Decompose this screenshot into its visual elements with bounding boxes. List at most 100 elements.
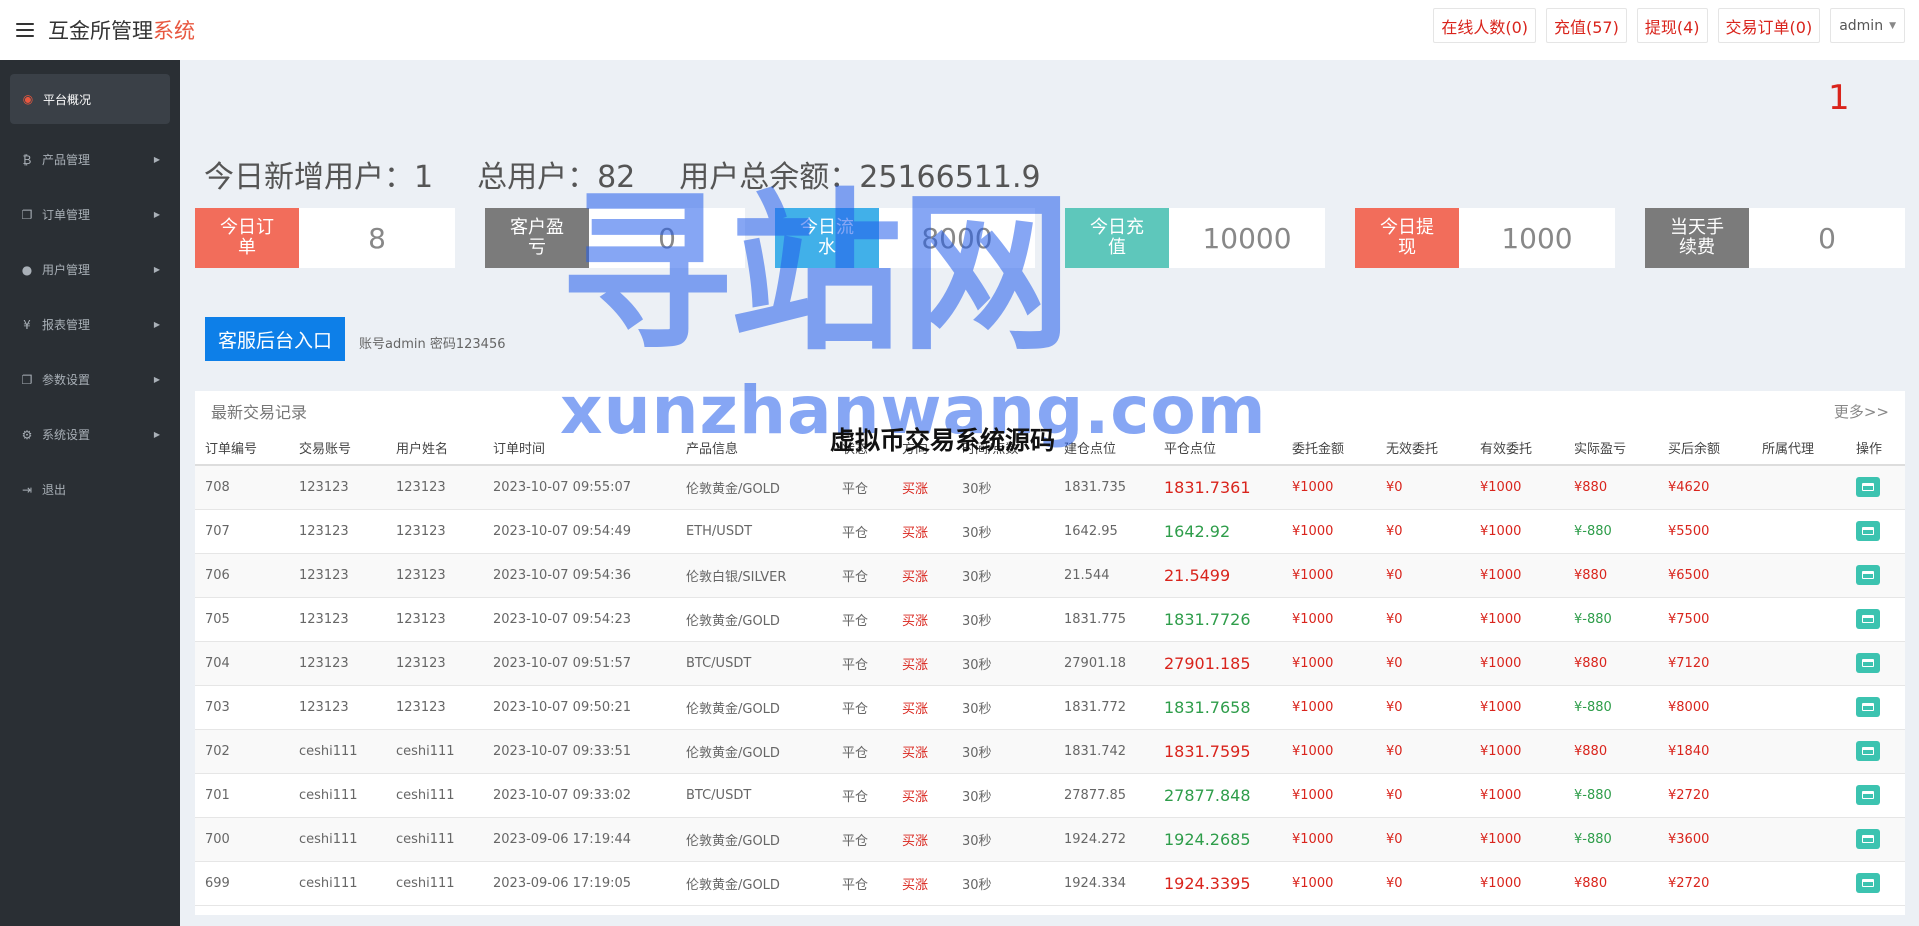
table-cell: 伦敦黄金/GOLD <box>676 817 832 862</box>
table-cell: 2023-10-07 09:54:49 <box>483 509 676 554</box>
view-detail-icon[interactable] <box>1856 565 1880 585</box>
table-cell: 30秒 <box>952 729 1054 774</box>
caret-right-icon: ▶ <box>153 430 160 439</box>
table-cell: ¥880 <box>1564 729 1658 774</box>
table-cell: ¥8000 <box>1658 685 1752 730</box>
table-cell: 买涨 <box>892 553 952 598</box>
user-icon: ● <box>21 262 33 277</box>
brand-title: 互金所管理系统 <box>48 19 195 43</box>
table-cell: 30秒 <box>952 465 1054 510</box>
table-cell: ¥1000 <box>1470 509 1564 554</box>
view-detail-icon[interactable] <box>1856 653 1880 673</box>
table-cell: 2023-09-06 17:19:44 <box>483 817 676 862</box>
table-cell: ¥1000 <box>1282 509 1376 554</box>
sidebar-item-users[interactable]: ● 用户管理 ▶ <box>0 242 180 297</box>
card-value: 8000 <box>921 221 993 255</box>
yen-icon: ¥ <box>23 317 31 332</box>
card-label: 客户盈亏 <box>485 208 589 268</box>
table-cell: ¥-880 <box>1564 817 1658 862</box>
table-cell: 702 <box>195 729 289 774</box>
table-cell: 买涨 <box>892 465 952 510</box>
summary-stats: 今日新增用户：1 总用户：82 用户总余额：25166511.9 <box>204 152 1041 196</box>
table-cell: 704 <box>195 641 289 686</box>
stat-cards: 今日订单 8 客户盈亏 0 今日流水 8000 今日充值 10000 今日提现 … <box>195 208 1905 268</box>
sidebar-item-products[interactable]: ₿ 产品管理 ▶ <box>0 132 180 187</box>
table-cell: 1924.2685 <box>1154 817 1282 862</box>
table-cell: 707 <box>195 509 289 554</box>
table-cell: 买涨 <box>892 685 952 730</box>
column-header: 买后余额 <box>1658 431 1752 466</box>
trade-orders-button[interactable]: 交易订单(0) <box>1717 8 1821 43</box>
view-detail-icon[interactable] <box>1856 477 1880 498</box>
sidebar-item-logout[interactable]: ⇥ 退出 <box>0 462 180 517</box>
withdraw-button[interactable]: 提现(4) <box>1636 8 1708 43</box>
recharge-button[interactable]: 充值(57) <box>1546 8 1627 43</box>
table-cell: ETH/USDT <box>676 509 832 554</box>
table-cell: 买涨 <box>892 641 952 686</box>
sidebar-item-overview[interactable]: ◉ 平台概况 <box>10 74 170 124</box>
table-cell <box>1752 465 1846 510</box>
table-cell: ¥1000 <box>1282 641 1376 686</box>
table-cell: ¥0 <box>1376 729 1470 774</box>
table-cell: 1831.775 <box>1054 597 1154 642</box>
table-cell: ¥2720 <box>1658 861 1752 906</box>
table-cell: 27877.85 <box>1054 773 1154 818</box>
view-detail-icon[interactable] <box>1856 785 1880 805</box>
table-cell: ceshi111 <box>289 773 386 818</box>
admin-menu[interactable]: admin ▼ <box>1830 8 1905 43</box>
more-link[interactable]: 更多>> <box>1834 401 1889 422</box>
panel-title: 最新交易记录 <box>211 403 308 422</box>
table-cell: ¥-880 <box>1564 773 1658 818</box>
table-cell: 27877.848 <box>1154 773 1282 818</box>
table-cell: 30秒 <box>952 553 1054 598</box>
indicator-number: 1 <box>1828 78 1850 118</box>
table-cell: 1924.272 <box>1054 817 1154 862</box>
table-cell: 27901.18 <box>1054 641 1154 686</box>
sidebar-item-params[interactable]: ❐ 参数设置 ▶ <box>0 352 180 407</box>
view-detail-icon[interactable] <box>1856 697 1880 717</box>
card-label: 今日流水 <box>775 208 879 268</box>
table-cell <box>1846 509 1905 554</box>
view-detail-icon[interactable] <box>1856 829 1880 849</box>
table-cell: ceshi111 <box>386 773 483 818</box>
view-detail-icon[interactable] <box>1856 741 1880 761</box>
table-cell: 123123 <box>289 641 386 686</box>
caret-right-icon: ▶ <box>153 210 160 219</box>
table-cell: ¥1000 <box>1282 553 1376 598</box>
table-body: 708 123123 123123 2023-10-07 09:55:07 伦敦黄金/G… <box>195 465 1905 906</box>
table-cell: ¥1000 <box>1282 773 1376 818</box>
caret-right-icon: ▶ <box>153 265 160 274</box>
customer-service-entry-button[interactable]: 客服后台入口 <box>205 317 345 361</box>
table-row: 705 123123 123123 2023-10-07 09:54:23 伦敦黄金/G… <box>195 597 1905 642</box>
table-cell: 123123 <box>386 553 483 598</box>
sidebar-item-system[interactable]: ⚙ 系统设置 ▶ <box>0 407 180 462</box>
table-cell: ¥6500 <box>1658 553 1752 598</box>
table-cell: 1831.7658 <box>1154 685 1282 730</box>
table-cell: ¥1000 <box>1470 729 1564 774</box>
table-cell: ¥0 <box>1376 817 1470 862</box>
table-cell: 21.544 <box>1054 553 1154 598</box>
column-header: 交易账号 <box>289 431 386 466</box>
card-today-withdraw: 今日提现 1000 <box>1355 208 1615 268</box>
sidebar-item-reports[interactable]: ¥ 报表管理 ▶ <box>0 297 180 352</box>
table-row: 702 ceshi111 ceshi111 2023-10-07 09:33:51 伦敦… <box>195 729 1905 774</box>
table-cell <box>1846 553 1905 598</box>
online-users-button[interactable]: 在线人数(0) <box>1433 8 1536 43</box>
top-header: 互金所管理系统 在线人数(0) 充值(57) 提现(4) 交易订单(0) adm… <box>0 0 1919 60</box>
column-header: 无效委托 <box>1376 431 1470 466</box>
view-detail-icon[interactable] <box>1856 521 1880 541</box>
table-cell <box>1752 861 1846 906</box>
copy-icon: ❐ <box>21 207 33 222</box>
view-detail-icon[interactable] <box>1856 873 1880 893</box>
table-cell: 21.5499 <box>1154 553 1282 598</box>
table-cell: 1831.7726 <box>1154 597 1282 642</box>
view-detail-icon[interactable] <box>1856 609 1880 629</box>
menu-toggle-icon[interactable] <box>16 23 34 37</box>
caret-right-icon: ▶ <box>153 375 160 384</box>
column-header: 有效委托 <box>1470 431 1564 466</box>
table-cell: 123123 <box>289 685 386 730</box>
sidebar-item-orders[interactable]: ❐ 订单管理 ▶ <box>0 187 180 242</box>
main-content: 1 今日新增用户：1 总用户：82 用户总余额：25166511.9 今日订单 … <box>180 60 1919 926</box>
table-cell: ¥0 <box>1376 641 1470 686</box>
column-header: 实际盈亏 <box>1564 431 1658 466</box>
